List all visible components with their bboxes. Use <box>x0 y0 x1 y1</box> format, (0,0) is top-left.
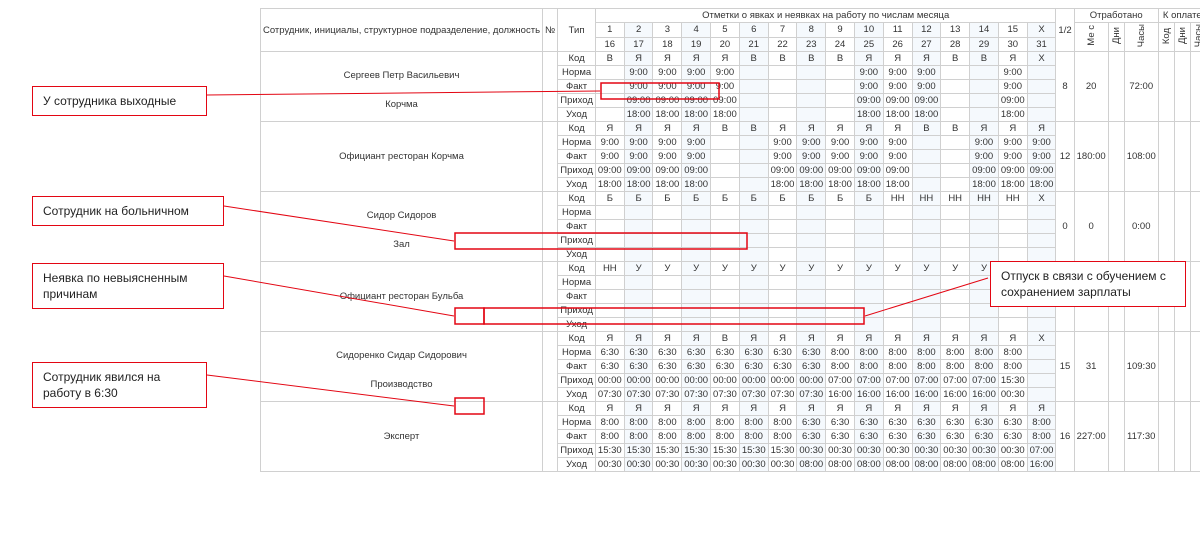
rowtype-Приход: Приход <box>558 234 596 248</box>
rowtype-Факт: Факт <box>558 360 596 374</box>
half-value: 12 <box>1056 122 1074 192</box>
rowtype-Факт: Факт <box>558 430 596 444</box>
header-payable: К оплате <box>1158 9 1200 23</box>
employee-num <box>543 52 558 122</box>
rowtype-Приход: Приход <box>558 374 596 388</box>
header-employee: Сотрудник, инициалы, структурное подразд… <box>261 9 543 52</box>
rowtype-Приход: Приход <box>558 444 596 458</box>
annotation-sick: Сотрудник на больничном <box>32 196 224 226</box>
header-type: Тип <box>558 9 596 52</box>
rowtype-Код: Код <box>558 332 596 346</box>
rowtype-Норма: Норма <box>558 206 596 220</box>
rowtype-Факт: Факт <box>558 220 596 234</box>
rowtype-Код: Код <box>558 122 596 136</box>
employee-name: Официант ресторан Бульба <box>261 262 543 332</box>
rowtype-Факт: Факт <box>558 150 596 164</box>
rowtype-Норма: Норма <box>558 276 596 290</box>
annotation-weekend: У сотрудника выходные <box>32 86 207 116</box>
employee-name: Эксперт <box>261 402 543 472</box>
worked-hours: 108:00 <box>1124 122 1158 192</box>
worked-hours: 0:00 <box>1124 192 1158 262</box>
rowtype-Норма: Норма <box>558 416 596 430</box>
annotation-study-leave: Отпуск в связи с обучением с сохранением… <box>990 261 1186 307</box>
employee-num <box>543 402 558 472</box>
header-num: № <box>543 9 558 52</box>
half-value: 0 <box>1056 192 1074 262</box>
worked-hours: 72:00 <box>1124 52 1158 122</box>
worked-hours: 109:30 <box>1124 332 1158 402</box>
rowtype-Приход: Приход <box>558 164 596 178</box>
rowtype-Уход: Уход <box>558 178 596 192</box>
header-worked-me: Ме с <box>1074 23 1108 52</box>
rowtype-Код: Код <box>558 402 596 416</box>
worked-me: 227:00 <box>1074 402 1108 472</box>
rowtype-Приход: Приход <box>558 304 596 318</box>
worked-hours: 117:30 <box>1124 402 1158 472</box>
header-worked: Отработано <box>1074 9 1158 23</box>
worked-me: 180:00 <box>1074 122 1108 192</box>
annotation-unexplained: Неявка по невыясненным причинам <box>32 263 224 309</box>
employee-num <box>543 122 558 192</box>
rowtype-Уход: Уход <box>558 108 596 122</box>
rowtype-Код: Код <box>558 262 596 276</box>
half-value: 15 <box>1056 332 1074 402</box>
header-attendance: Отметки о явках и неявках на работу по ч… <box>595 9 1056 23</box>
rowtype-Уход: Уход <box>558 248 596 262</box>
employee-name: Официант ресторан Корчма <box>261 122 543 192</box>
rowtype-Норма: Норма <box>558 346 596 360</box>
rowtype-Норма: Норма <box>558 66 596 80</box>
rowtype-Уход: Уход <box>558 388 596 402</box>
rowtype-Код: Код <box>558 52 596 66</box>
rowtype-Уход: Уход <box>558 458 596 472</box>
header-half: 1/2 <box>1056 9 1074 52</box>
employee-num <box>543 192 558 262</box>
worked-me: 0 <box>1074 192 1108 262</box>
rowtype-Факт: Факт <box>558 80 596 94</box>
employee-num <box>543 262 558 332</box>
rowtype-Норма: Норма <box>558 136 596 150</box>
half-value: 8 <box>1056 52 1074 122</box>
employee-name: Сергеев Петр ВасильевичКорчма <box>261 52 543 122</box>
employee-name: Сидор СидоровЗал <box>261 192 543 262</box>
timesheet-table: Сотрудник, инициалы, структурное подразд… <box>260 8 1200 472</box>
worked-me: 20 <box>1074 52 1108 122</box>
rowtype-Код: Код <box>558 192 596 206</box>
half-value: 16 <box>1056 402 1074 472</box>
annotation-at630: Сотрудник явился на работу в 6:30 <box>32 362 207 408</box>
rowtype-Факт: Факт <box>558 290 596 304</box>
rowtype-Приход: Приход <box>558 94 596 108</box>
rowtype-Уход: Уход <box>558 318 596 332</box>
employee-name: Сидоренко Сидар СидоровичПроизводство <box>261 332 543 402</box>
worked-me: 31 <box>1074 332 1108 402</box>
employee-num <box>543 332 558 402</box>
